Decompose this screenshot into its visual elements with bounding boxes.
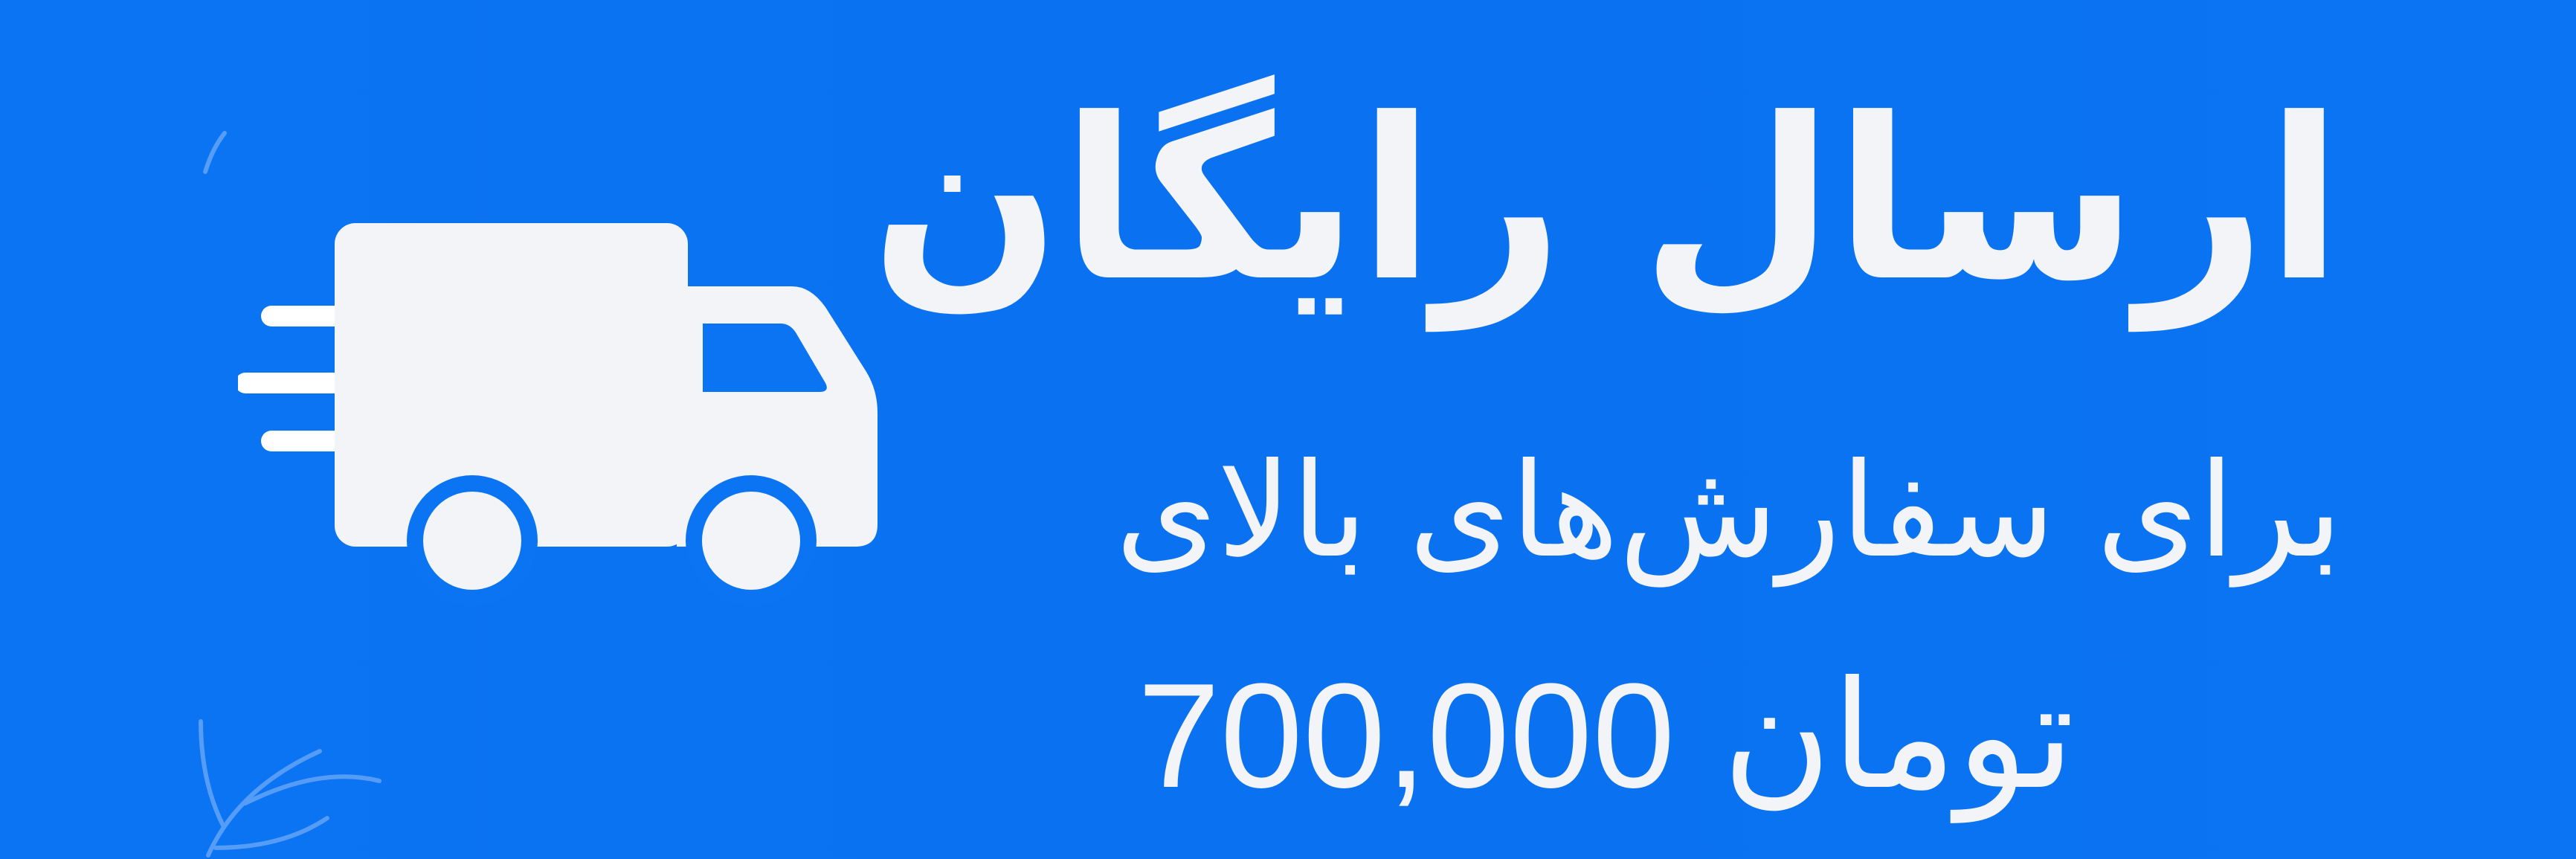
leaf-decoration-icon <box>199 719 381 858</box>
decorative-stroke-icon <box>203 131 227 174</box>
headline-free-shipping: ارسال رایگان <box>870 71 2342 330</box>
delivery-truck-icon <box>238 223 878 606</box>
subline-orders-above: برای سفارش‌های بالای <box>1115 436 2342 587</box>
promo-text: ارسال رایگان برای سفارش‌های بالای تومان … <box>871 89 2342 811</box>
free-shipping-banner: ارسال رایگان برای سفارش‌های بالای تومان … <box>0 0 2576 859</box>
amount-value: 700,000 <box>1137 653 1675 819</box>
amount-line: تومان 700,000 <box>1138 662 2075 811</box>
currency-label: تومان <box>1722 649 2075 823</box>
